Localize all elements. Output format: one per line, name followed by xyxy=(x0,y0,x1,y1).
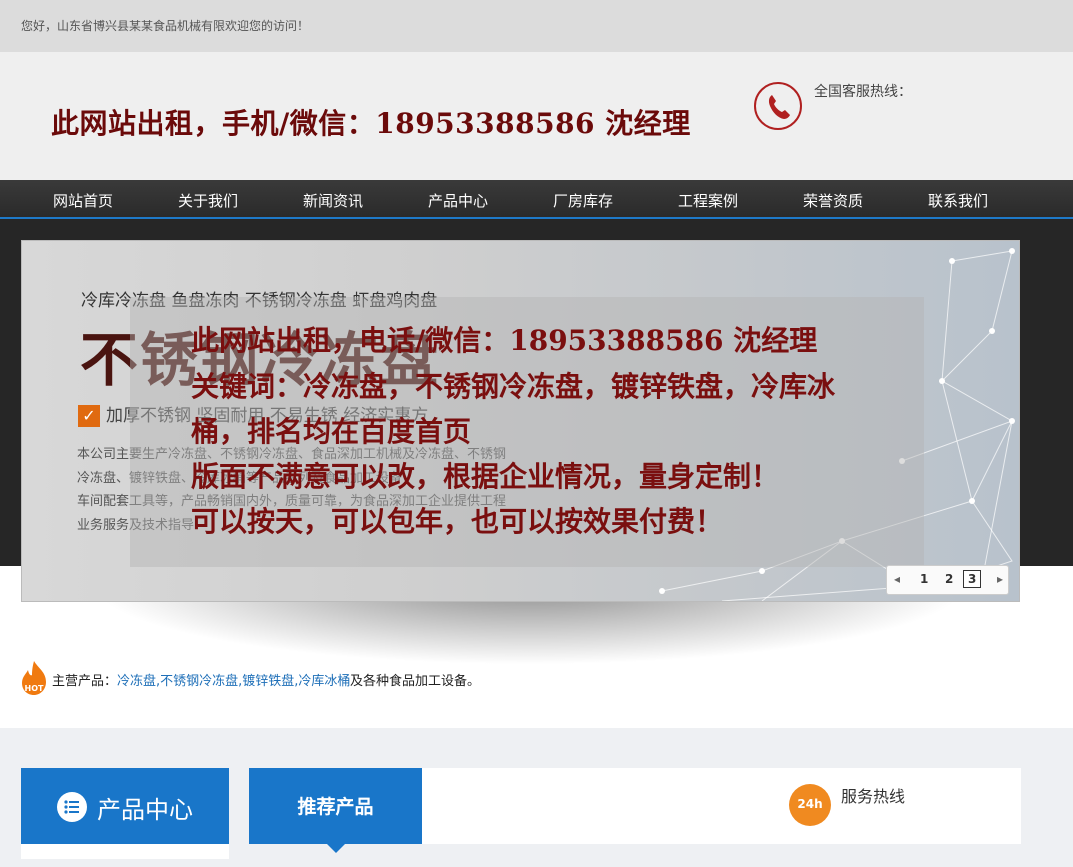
nav-item-home[interactable]: 网站首页 xyxy=(53,190,113,211)
list-icon xyxy=(57,792,87,822)
checkmark-icon: ✓ xyxy=(78,405,100,427)
site-header: 此网站出租，手机/微信：18953388586 沈经理 全国客服热线： xyxy=(0,52,1073,180)
nav-item-news[interactable]: 新闻资讯 xyxy=(303,190,363,211)
main-products-label: 主营产品： xyxy=(52,674,118,689)
service-hotline-label: 服务热线 xyxy=(841,787,906,806)
overlay-line: 版面不满意可以改，根据企业情况，量身定制！ xyxy=(191,460,780,493)
overlay-line: 桶，排名均在百度首页 xyxy=(191,415,472,448)
pager-page-2[interactable]: 2 xyxy=(945,572,953,586)
product-center-list xyxy=(21,844,229,859)
nav-item-products[interactable]: 产品中心 xyxy=(428,190,488,211)
service-icon-text: 24h xyxy=(797,797,823,811)
slider-pager: ◂ 1 2 3 ▸ xyxy=(886,565,1009,595)
tab-pointer xyxy=(327,844,345,853)
phone-24h-icon: 24h xyxy=(789,784,831,826)
pager-page-3[interactable]: 3 xyxy=(963,570,982,588)
main-products-tail: 及各种食品加工设备。 xyxy=(350,674,481,689)
phone-icon xyxy=(754,82,802,130)
nav-item-warehouse[interactable]: 厂房库存 xyxy=(553,190,613,211)
nav-item-contact[interactable]: 联系我们 xyxy=(928,190,988,211)
main-nav: 网站首页 关于我们 新闻资讯 产品中心 厂房库存 工程案例 荣誉资质 联系我们 xyxy=(0,180,1073,219)
hotline-label: 全国客服热线： xyxy=(814,84,912,100)
welcome-text: 您好，山东省博兴县某某食品机械有限欢迎您的访问！ xyxy=(21,19,310,33)
overlay-line: 关键词：冷冻盘，不锈钢冷冻盘，镀锌铁盘，冷库冰 xyxy=(191,370,836,403)
product-center-header[interactable]: 产品中心 xyxy=(21,768,229,844)
next-arrow-icon[interactable]: ▸ xyxy=(997,572,1003,586)
recommended-title: 推荐产品 xyxy=(297,796,374,818)
rental-notice-overlay: 此网站出租，电话/微信：18953388586 沈经理 关键词：冷冻盘，不锈钢冷… xyxy=(130,297,924,567)
tab-recommended-products[interactable]: 推荐产品 xyxy=(249,768,422,853)
prev-arrow-icon[interactable]: ◂ xyxy=(894,572,900,586)
nav-item-about[interactable]: 关于我们 xyxy=(178,190,238,211)
site-slogan: 此网站出租，手机/微信：18953388586 沈经理 xyxy=(51,107,691,140)
overlay-line: 此网站出租，电话/微信：18953388586 沈经理 xyxy=(191,324,818,357)
top-bar: 您好，山东省博兴县某某食品机械有限欢迎您的访问！ xyxy=(0,0,1073,52)
overlay-line: 可以按天，可以包年，也可以按效果付费！ xyxy=(191,505,724,538)
main-products-link[interactable]: 冷冻盘,不锈钢冷冻盘,镀锌铁盘,冷库冰桶 xyxy=(117,670,350,689)
hot-flame-icon: HOT xyxy=(22,661,46,695)
nav-item-honors[interactable]: 荣誉资质 xyxy=(803,190,863,211)
nav-item-cases[interactable]: 工程案例 xyxy=(678,190,738,211)
hot-badge-text: HOT xyxy=(25,684,44,693)
product-center-title: 产品中心 xyxy=(97,796,193,824)
pager-page-1[interactable]: 1 xyxy=(920,572,928,586)
